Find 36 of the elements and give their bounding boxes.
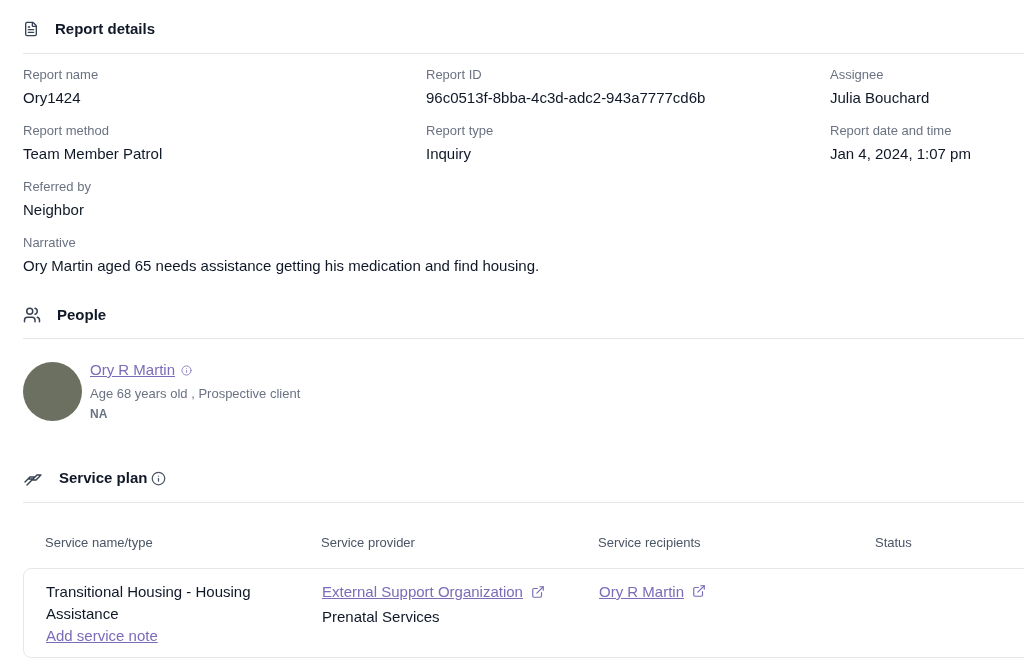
provider-type: Prenatal Services (322, 606, 441, 627)
person-note: NA (90, 406, 109, 423)
field-label: Report name (23, 65, 100, 84)
person-link[interactable]: Ory R Martin (90, 359, 175, 382)
provider-link[interactable]: External Support Organization (322, 581, 523, 604)
column-header: Service recipients (598, 533, 702, 552)
person-details: Age 68 years old , Prospective client (90, 384, 301, 403)
field-value: Inquiry (426, 144, 473, 164)
external-link-icon[interactable] (530, 585, 545, 600)
document-icon (23, 21, 39, 38)
field-value: Neighbor (23, 200, 85, 220)
field-label: Referred by (23, 177, 92, 196)
field-value: Julia Bouchard (830, 88, 931, 108)
field-value: Team Member Patrol (23, 144, 164, 164)
field-label: Narrative (23, 233, 77, 252)
column-header: Service provider (321, 533, 416, 552)
field-value: Jan 4, 2024, 1:07 pm (830, 144, 972, 164)
add-note-link[interactable]: Add service note (46, 625, 290, 647)
section-title: Service plan (59, 468, 148, 488)
field-label: Assignee (830, 65, 885, 84)
external-link-icon[interactable] (692, 584, 706, 598)
field-value: Ory Martin aged 65 needs assistance getting his medication and find housing. (23, 256, 541, 276)
recipient-link[interactable]: Ory R Martin (599, 581, 684, 604)
field-label: Report date and time (830, 121, 953, 140)
people-icon (23, 305, 41, 324)
column-header: Service name/type (45, 533, 154, 552)
info-icon[interactable] (151, 470, 167, 486)
field-value: Ory1424 (23, 88, 82, 108)
section-title: Report details (55, 19, 156, 39)
field-label: Report type (426, 121, 495, 140)
field-label: Report ID (426, 65, 483, 84)
section-title: People (57, 304, 107, 325)
column-header: Status (875, 533, 913, 552)
service-name: Transitional Housing - Housing Assistance (46, 582, 252, 624)
field-label: Report method (23, 121, 110, 140)
field-value: 96c0513f-8bba-4c3d-adc2-943a7777cd6b (426, 88, 707, 108)
